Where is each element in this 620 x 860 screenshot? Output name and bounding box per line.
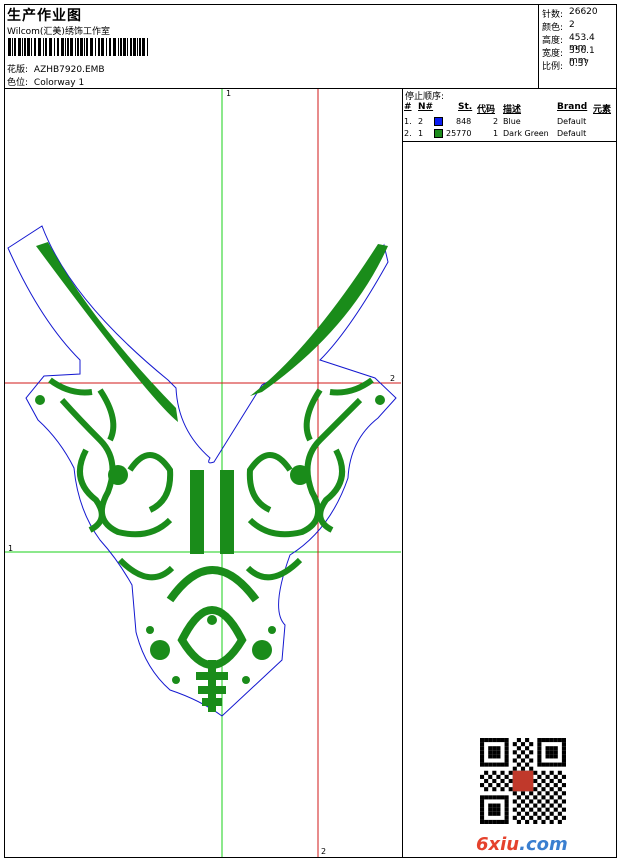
watermark: 6xiu.com: [476, 834, 568, 855]
guide-label-h2: 2: [390, 374, 396, 383]
guide-label-h1: 1: [8, 544, 14, 553]
guide-label-v2: 2: [321, 847, 327, 856]
embroidery-design: [5, 89, 401, 857]
qr-code-icon: [480, 738, 566, 824]
guide-label-v1: 1: [226, 89, 232, 98]
